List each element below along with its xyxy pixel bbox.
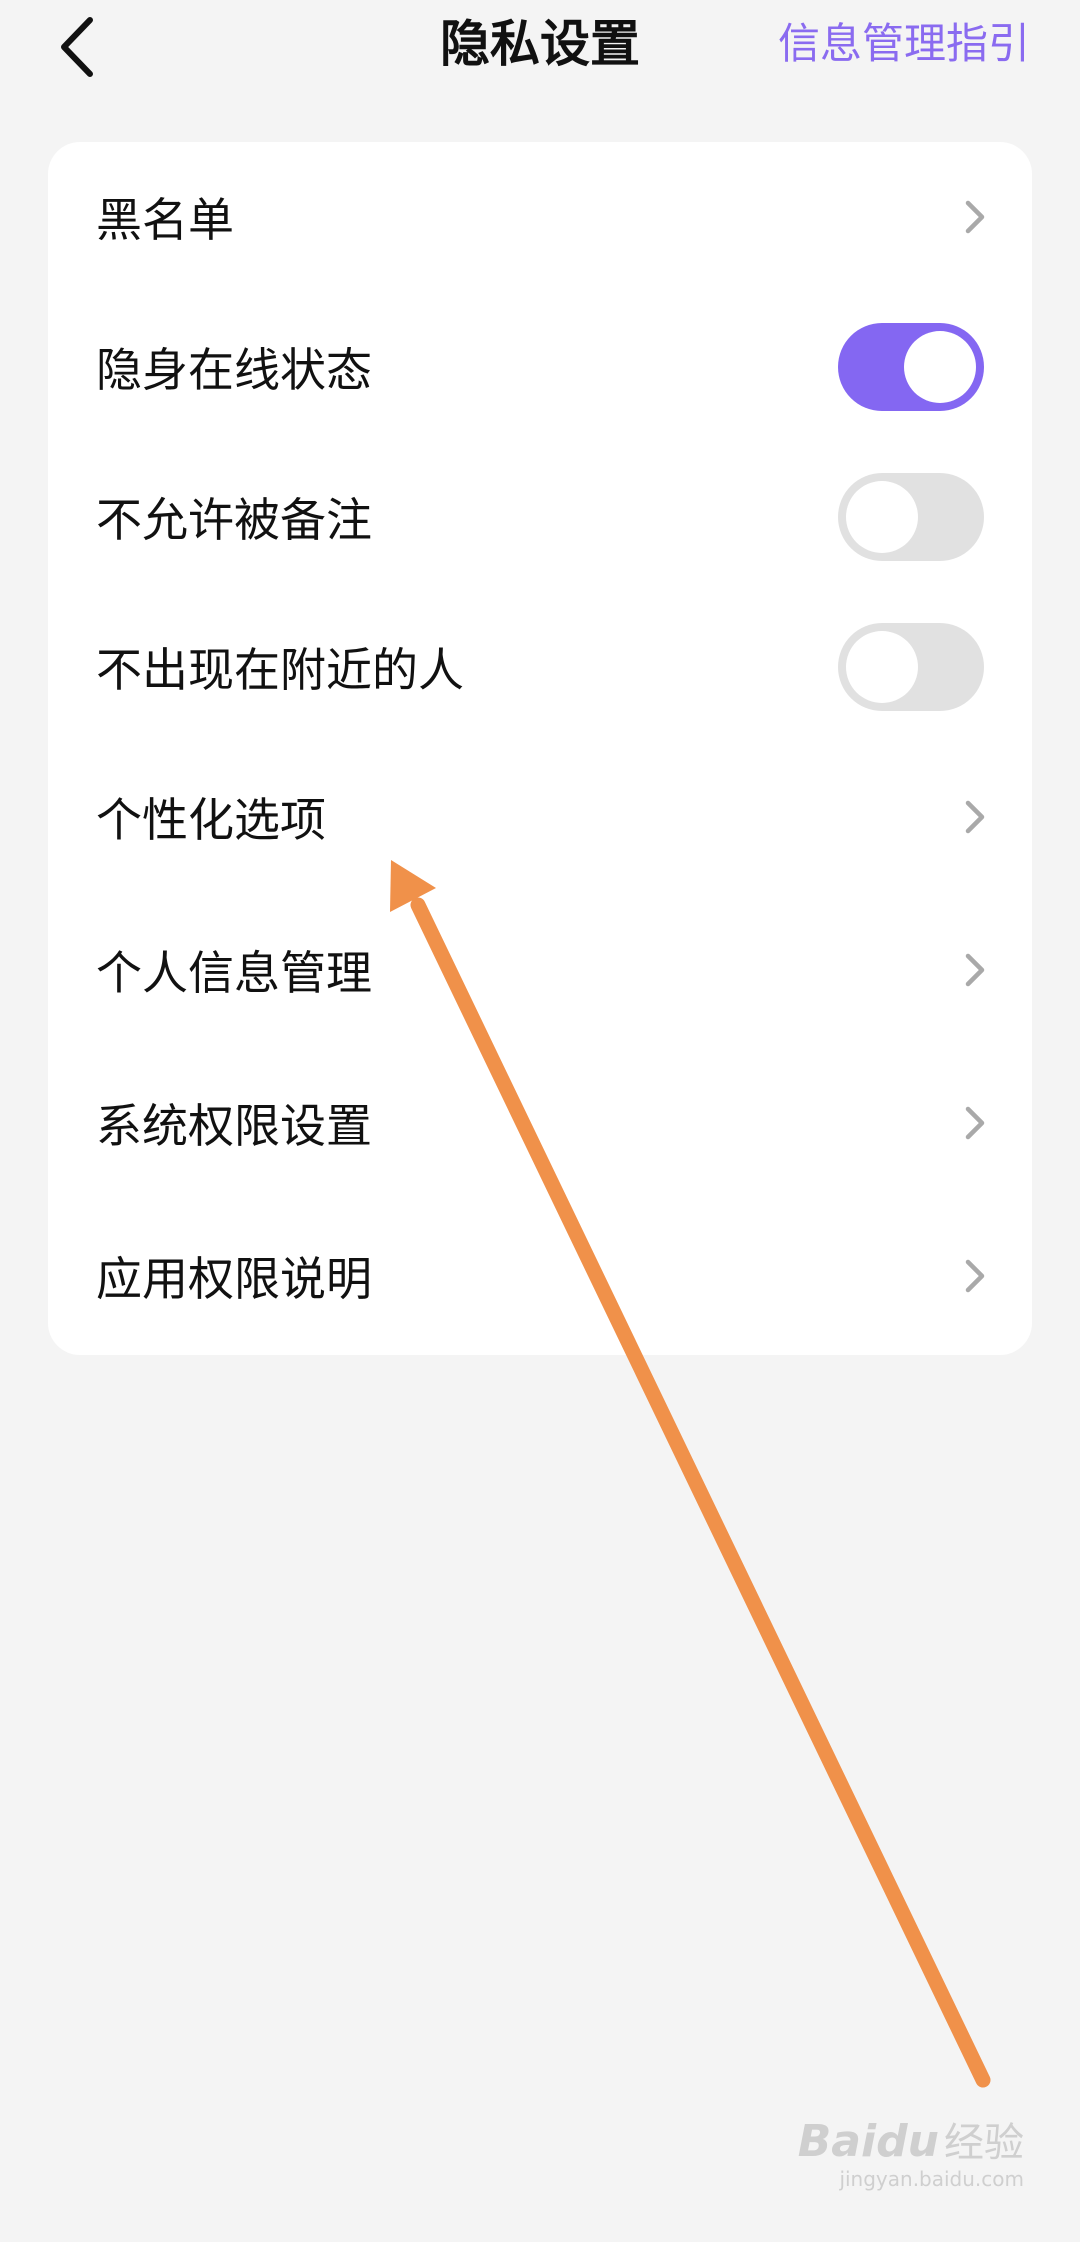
top-bar: 隐私设置 信息管理指引: [0, 0, 1080, 90]
setting-label: 黑名单: [96, 193, 234, 247]
setting-row-system-permissions[interactable]: 系统权限设置: [48, 1048, 1032, 1198]
chevron-right-icon: [965, 200, 985, 234]
setting-row-personal-info[interactable]: 个人信息管理: [48, 895, 1032, 1045]
setting-row-personalization[interactable]: 个性化选项: [48, 742, 1032, 892]
setting-label: 隐身在线状态: [96, 343, 372, 397]
setting-label: 应用权限说明: [96, 1252, 372, 1306]
setting-label: 不允许被备注: [96, 493, 372, 547]
setting-row-hide-nearby: 不出现在附近的人: [48, 592, 1032, 742]
chevron-right-icon: [965, 800, 985, 834]
setting-label: 系统权限设置: [96, 1099, 372, 1153]
chevron-right-icon: [965, 1106, 985, 1140]
invisible-online-toggle[interactable]: [838, 323, 984, 411]
toggle-knob: [904, 331, 976, 403]
setting-label: 不出现在附近的人: [96, 643, 464, 697]
setting-row-invisible-online: 隐身在线状态: [48, 292, 1032, 442]
watermark-url: jingyan.baidu.com: [839, 2167, 1024, 2191]
chevron-right-icon: [965, 953, 985, 987]
toggle-knob: [846, 631, 918, 703]
setting-label: 个性化选项: [96, 793, 326, 847]
setting-row-blacklist[interactable]: 黑名单: [48, 142, 1032, 292]
watermark-sub: 经验: [944, 2120, 1024, 2166]
baidu-jingyan-watermark: Baidu 经验 jingyan.baidu.com: [797, 2110, 1024, 2191]
setting-row-app-permissions[interactable]: 应用权限说明: [48, 1201, 1032, 1351]
hide-nearby-toggle[interactable]: [838, 623, 984, 711]
no-remark-toggle[interactable]: [838, 473, 984, 561]
chevron-right-icon: [965, 1259, 985, 1293]
settings-card: 黑名单 隐身在线状态 不允许被备注 不出现在附近的人 个性化选项 个人信息管理: [48, 142, 1032, 1355]
watermark-brand: Baidu: [797, 2116, 939, 2167]
info-management-guide-link[interactable]: 信息管理指引: [778, 16, 1030, 72]
setting-row-no-remark: 不允许被备注: [48, 442, 1032, 592]
setting-label: 个人信息管理: [96, 946, 372, 1000]
toggle-knob: [846, 481, 918, 553]
